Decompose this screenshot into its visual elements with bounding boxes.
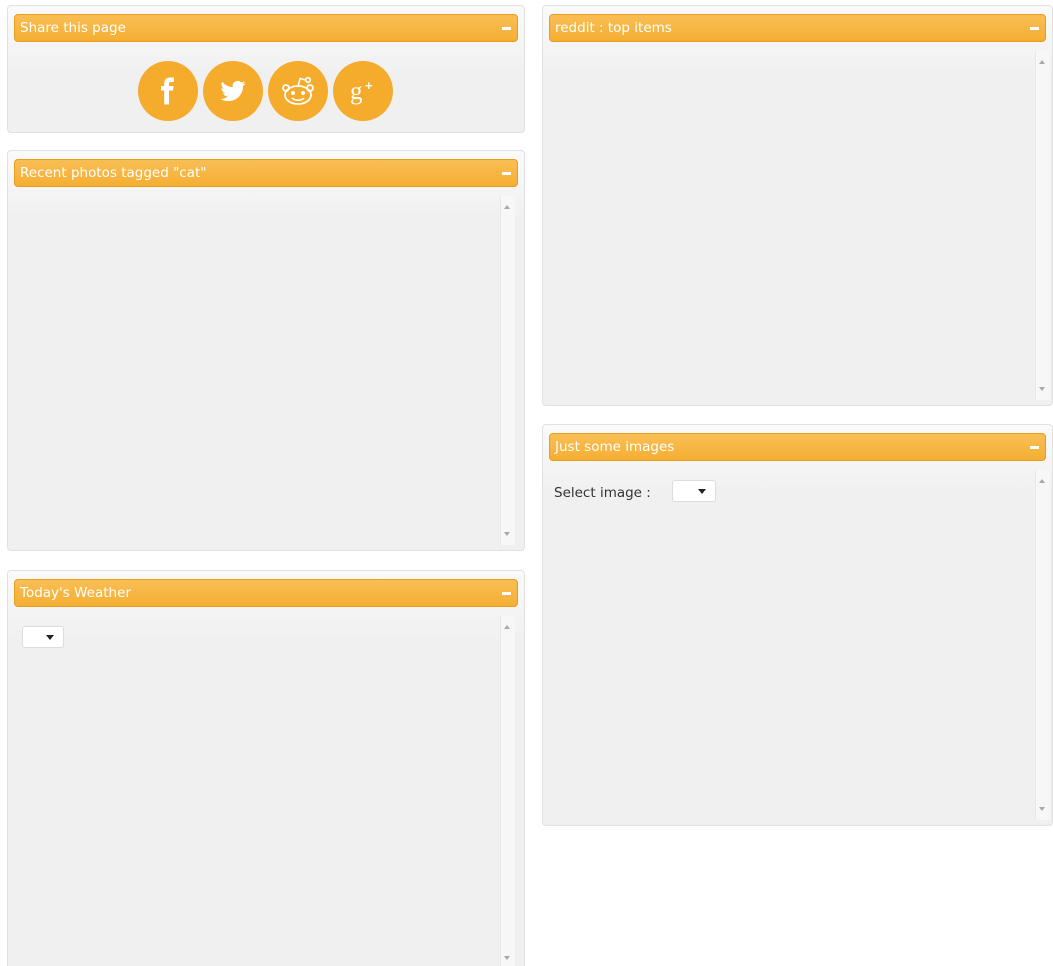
- select-image-label: Select image :: [554, 485, 651, 501]
- scroll-down-arrow-icon[interactable]: [504, 532, 510, 536]
- reddit-share-button[interactable]: [268, 61, 328, 121]
- share-buttons: g +: [138, 61, 393, 121]
- scroll-down-arrow-icon[interactable]: [1039, 807, 1045, 811]
- images-panel-header: Just some images: [549, 433, 1046, 461]
- weather-panel-header: Today's Weather: [14, 579, 518, 607]
- page: Share this page g + Recent photos tagged…: [0, 0, 1053, 966]
- reddit-scrollbar[interactable]: [1035, 51, 1050, 400]
- images-panel: Just some images Select image :: [542, 424, 1053, 826]
- scroll-up-arrow-icon[interactable]: [1039, 60, 1045, 64]
- google-plus-g-glyph: g: [350, 78, 363, 105]
- scroll-down-arrow-icon[interactable]: [504, 956, 510, 960]
- weather-panel: Today's Weather: [7, 570, 525, 966]
- google-plus-plus-glyph: +: [365, 78, 373, 93]
- weather-location-select[interactable]: [22, 626, 64, 648]
- share-panel-header: Share this page: [14, 14, 518, 42]
- scroll-up-arrow-icon[interactable]: [1039, 479, 1045, 483]
- share-panel: Share this page g +: [7, 5, 525, 133]
- reddit-icon: [282, 76, 314, 105]
- images-panel-minimize-button[interactable]: [1030, 446, 1039, 449]
- weather-panel-title: Today's Weather: [20, 585, 131, 601]
- chevron-down-icon: [698, 489, 706, 494]
- reddit-panel-title: reddit : top items: [555, 20, 672, 36]
- cat-photos-panel-header: Recent photos tagged "cat": [14, 159, 518, 187]
- twitter-share-button[interactable]: [203, 61, 263, 121]
- reddit-panel-header: reddit : top items: [549, 14, 1046, 42]
- scroll-down-arrow-icon[interactable]: [1039, 387, 1045, 391]
- facebook-icon: [161, 77, 174, 105]
- cat-photos-panel: Recent photos tagged "cat": [7, 150, 525, 551]
- weather-scrollbar[interactable]: [500, 616, 515, 966]
- images-panel-title: Just some images: [555, 439, 675, 455]
- cat-photos-panel-minimize-button[interactable]: [502, 172, 511, 175]
- reddit-panel-minimize-button[interactable]: [1030, 27, 1039, 30]
- twitter-icon: [220, 80, 246, 102]
- google-plus-icon: g +: [350, 78, 373, 105]
- image-select[interactable]: [672, 480, 716, 502]
- cat-photos-scrollbar[interactable]: [500, 196, 515, 545]
- scroll-up-arrow-icon[interactable]: [504, 205, 510, 209]
- images-scrollbar[interactable]: [1035, 470, 1050, 820]
- weather-panel-minimize-button[interactable]: [502, 592, 511, 595]
- share-panel-minimize-button[interactable]: [502, 27, 511, 30]
- chevron-down-icon: [46, 635, 54, 640]
- cat-photos-panel-title: Recent photos tagged "cat": [20, 165, 207, 181]
- scroll-up-arrow-icon[interactable]: [504, 625, 510, 629]
- google-plus-share-button[interactable]: g +: [333, 61, 393, 121]
- facebook-share-button[interactable]: [138, 61, 198, 121]
- share-panel-title: Share this page: [20, 20, 126, 36]
- reddit-panel: reddit : top items: [542, 5, 1053, 406]
